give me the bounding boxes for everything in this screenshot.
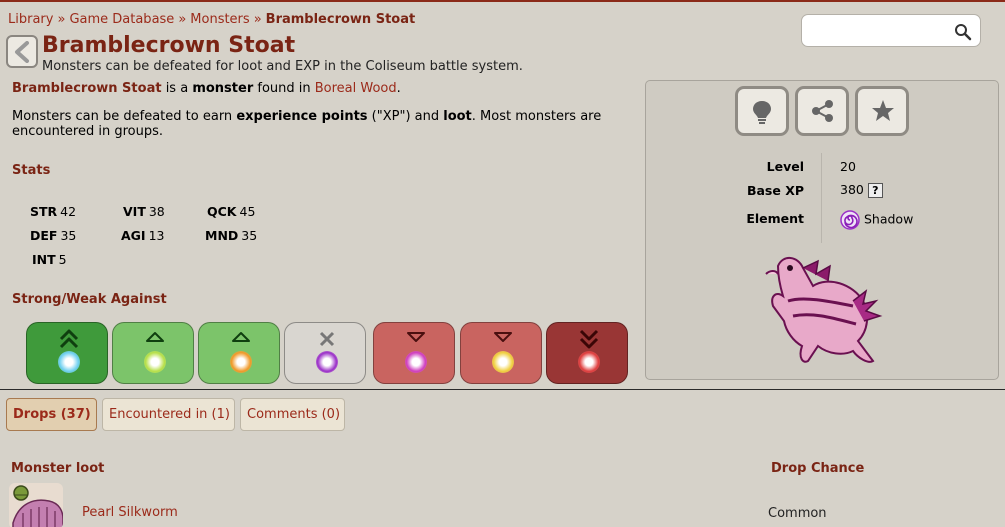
element-value: Shadow: [863, 211, 914, 227]
wind-icon: [144, 351, 166, 373]
stat-int: INT 5: [32, 252, 67, 267]
breadcrumb-monsters[interactable]: Monsters: [190, 12, 249, 27]
silkworm-icon[interactable]: [9, 483, 63, 527]
strong-weak-tile-wind: [112, 322, 194, 384]
desc-bold: loot: [443, 109, 472, 124]
breadcrumb-library[interactable]: Library: [8, 12, 53, 27]
desc-fragment: Monsters can be defeated to earn: [12, 109, 237, 124]
drop-item-name[interactable]: Pearl Silkworm: [82, 505, 178, 520]
hint-button[interactable]: [735, 86, 789, 136]
breadcrumb-game-database[interactable]: Game Database: [69, 12, 174, 27]
drop-item-chance: Common: [768, 506, 827, 521]
stat-agi: AGI 13: [121, 228, 165, 243]
location-link[interactable]: Boreal Wood: [315, 81, 397, 96]
shadow-icon: [840, 210, 860, 230]
breadcrumb-separator: »: [253, 12, 262, 27]
intro-fragment: is a: [161, 81, 193, 96]
help-icon[interactable]: ?: [867, 183, 883, 198]
panel-divider: [821, 153, 822, 243]
search-input[interactable]: [810, 15, 950, 45]
intro-text: Bramblecrown Stoat is a monster found in…: [12, 81, 401, 96]
favorite-button[interactable]: [855, 86, 909, 136]
tab-drops[interactable]: Drops (37): [6, 398, 97, 431]
strong-weak-tile-ice: [26, 322, 108, 384]
strong-weak-tile-fire: [198, 322, 280, 384]
share-button[interactable]: [795, 86, 849, 136]
neutral-arrow-icon: [319, 331, 335, 347]
monster-image: [765, 257, 883, 363]
ice-icon: [58, 351, 80, 373]
down-arrow-icon: [494, 332, 512, 342]
search-box: [801, 14, 981, 47]
search-icon[interactable]: [954, 23, 972, 41]
breadcrumb-current: Bramblecrown Stoat: [265, 12, 416, 27]
element-label: Element: [746, 211, 804, 226]
breadcrumb-separator: »: [57, 12, 66, 27]
star-icon: [872, 100, 894, 121]
stat-mnd: MND 35: [205, 228, 258, 243]
desc-bold: experience points: [236, 109, 368, 124]
double-down-arrow-icon: [579, 329, 599, 349]
stat-def: DEF 35: [30, 228, 77, 243]
fire-icon: [230, 351, 252, 373]
base-xp-value: 380: [840, 182, 864, 197]
level-value: 20: [840, 159, 856, 174]
strong-weak-tile-shadow: [284, 322, 366, 384]
page-subtitle: Monsters can be defeated for loot and EX…: [42, 59, 523, 74]
strong-weak-tile-plague: [546, 322, 628, 384]
lightbulb-icon: [753, 101, 771, 124]
chevron-left-icon: [15, 41, 29, 63]
intro-fragment: .: [396, 81, 401, 96]
double-up-arrow-icon: [59, 329, 79, 349]
column-monster-loot: Monster loot: [11, 461, 105, 476]
stat-vit: VIT 38: [123, 204, 165, 219]
monster-name: Bramblecrown Stoat: [12, 81, 162, 96]
intro-fragment: found in: [253, 81, 315, 96]
share-icon: [812, 100, 833, 122]
strong-weak-tile-arcane: [373, 322, 455, 384]
element-value-row: Shadow: [840, 210, 913, 230]
down-arrow-icon: [407, 332, 425, 342]
level-label: Level: [766, 159, 804, 174]
monster-info-panel: Level 20 Base XP 380? Element Shadow: [645, 80, 999, 380]
tab-comments[interactable]: Comments (0): [240, 398, 345, 431]
up-arrow-icon: [232, 332, 250, 342]
shadow-icon: [316, 351, 338, 373]
strong-weak-tile-light: [460, 322, 542, 384]
base-xp-label: Base XP: [746, 183, 804, 198]
arcane-icon: [405, 351, 427, 373]
stat-qck: QCK 45: [207, 204, 256, 219]
plague-icon: [578, 351, 600, 373]
strong-weak-heading: Strong/Weak Against: [12, 292, 167, 307]
stats-heading: Stats: [12, 163, 51, 178]
column-drop-chance: Drop Chance: [771, 461, 865, 476]
tab-encountered-in[interactable]: Encountered in (1): [102, 398, 235, 431]
desc-fragment: ("XP") and: [367, 109, 444, 124]
breadcrumb-separator: »: [178, 12, 187, 27]
up-arrow-icon: [146, 332, 164, 342]
back-button[interactable]: [6, 35, 38, 68]
section-divider: [0, 389, 1005, 390]
breadcrumb: Library» Game Database» Monsters» Bramblecr…: [8, 12, 415, 27]
base-xp-value-row: 380?: [840, 182, 883, 198]
page-title: Bramblecrown Stoat: [42, 33, 296, 58]
description: Monsters can be defeated to earn experie…: [12, 109, 632, 139]
monster-word: monster: [192, 81, 254, 96]
light-icon: [492, 351, 514, 373]
stat-str: STR 42: [30, 204, 77, 219]
